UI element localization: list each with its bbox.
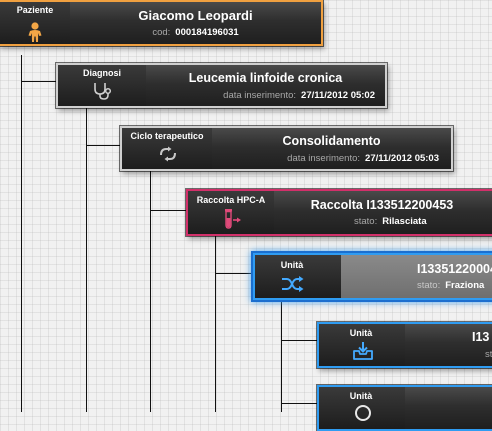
unit-node-3[interactable]: Unità — [317, 385, 492, 431]
tree-branch-unit — [215, 273, 253, 274]
diagnosis-date-value: 27/11/2012 05:02 — [301, 90, 375, 101]
therapy-cycle-node[interactable]: Ciclo terapeutico Consolidamento data in… — [120, 126, 453, 171]
unit-2-status-label: st — [485, 349, 492, 360]
diagnosis-node[interactable]: Diagnosi Leucemia linfoide cronica data … — [56, 63, 387, 108]
cycle-icon — [157, 146, 177, 166]
unit-node-2[interactable]: Unità I13 st — [317, 322, 492, 368]
therapy-cycle-date-value: 27/11/2012 05:03 — [365, 153, 439, 164]
collection-info-panel: Raccolta I133512200453 stato: Rilasciata — [274, 191, 492, 234]
inbox-download-icon — [352, 341, 373, 361]
unit-selected-title: I13351220004 — [417, 262, 492, 276]
diagnosis-title: Leucemia linfoide cronica — [188, 71, 343, 85]
tree-line-root — [21, 55, 22, 412]
unit-2-info-panel: I13 st — [405, 324, 492, 366]
diagnosis-info-panel: Leucemia linfoide cronica data inserimen… — [146, 65, 385, 106]
collection-title: Raccolta I133512200453 — [310, 198, 454, 212]
collection-status: stato: Rilasciata — [354, 216, 427, 227]
person-icon — [25, 21, 45, 42]
therapy-cycle-title: Consolidamento — [282, 134, 381, 148]
collection-status-label: stato: — [354, 216, 378, 227]
patient-code-value: 000184196031 — [175, 27, 239, 38]
tree-line-collection — [215, 236, 216, 412]
unit-selected-status-value: Fraziona — [445, 280, 485, 291]
unit-selected-info-panel: I13351220004 stato: Fraziona — [341, 255, 492, 298]
diagnosis-type-panel: Diagnosi — [58, 65, 146, 106]
unit-selected-status: stato: Fraziona — [417, 280, 484, 291]
tree-line-diagnosis — [86, 108, 87, 412]
patient-node[interactable]: Paziente Giacomo Leopardi cod: 0001841960… — [0, 0, 323, 46]
therapy-cycle-date-label: data inserimento: — [287, 153, 361, 164]
collection-node[interactable]: Raccolta HPC-A Raccolta I133512200453 st… — [186, 189, 492, 236]
patient-code: cod: 000184196031 — [70, 27, 321, 38]
patient-code-label: cod: — [152, 27, 171, 38]
therapy-cycle-info-panel: Consolidamento data inserimento: 27/11/20… — [212, 128, 451, 169]
tree-branch-unit-2 — [281, 340, 317, 341]
unit-2-title: I13 — [472, 330, 490, 344]
patient-type-label: Paziente — [16, 5, 54, 15]
unit-selected-type-panel: Unità — [255, 255, 341, 298]
patient-type-panel: Paziente — [0, 2, 70, 44]
tree-branch-collection — [150, 210, 186, 211]
tree-branch-diagnosis — [21, 81, 56, 82]
diagnosis-date-label: data inserimento: — [223, 90, 297, 101]
unit-selected-type-label: Unità — [280, 260, 304, 270]
unit-selected-status-label: stato: — [417, 280, 441, 291]
unit-2-type-label: Unità — [349, 328, 373, 338]
unit-2-type-panel: Unità — [319, 324, 405, 366]
diagnosis-date: data inserimento: 27/11/2012 05:02 — [223, 90, 375, 101]
shuffle-icon — [281, 275, 305, 295]
unit-3-type-label: Unità — [349, 391, 373, 401]
blood-tube-icon — [219, 208, 243, 229]
collection-status-value: Rilasciata — [382, 216, 427, 227]
collection-type-label: Raccolta HPC-A — [196, 195, 266, 205]
unit-3-info-panel — [405, 387, 492, 429]
unit-2-status: st — [485, 349, 492, 360]
diagnosis-type-label: Diagnosi — [82, 68, 121, 78]
tree-branch-cycle — [86, 145, 120, 146]
therapy-cycle-type-panel: Ciclo terapeutico — [122, 128, 212, 169]
tree-line-cycle — [150, 171, 151, 412]
patient-name: Giacomo Leopardi — [138, 8, 253, 23]
patient-info-panel: Giacomo Leopardi cod: 000184196031 — [70, 2, 321, 44]
therapy-cycle-date: data inserimento: 27/11/2012 05:03 — [287, 153, 439, 164]
stethoscope-icon — [92, 81, 112, 101]
unit-node-selected[interactable]: Unità I13351220004 stato: Fraziona — [253, 253, 492, 300]
unit-3-type-panel: Unità — [319, 387, 405, 429]
tree-line-unit — [281, 300, 282, 412]
therapy-cycle-type-label: Ciclo terapeutico — [130, 131, 204, 141]
circle-icon — [352, 402, 372, 422]
collection-type-panel: Raccolta HPC-A — [188, 191, 274, 234]
tree-branch-unit-3 — [281, 403, 317, 404]
